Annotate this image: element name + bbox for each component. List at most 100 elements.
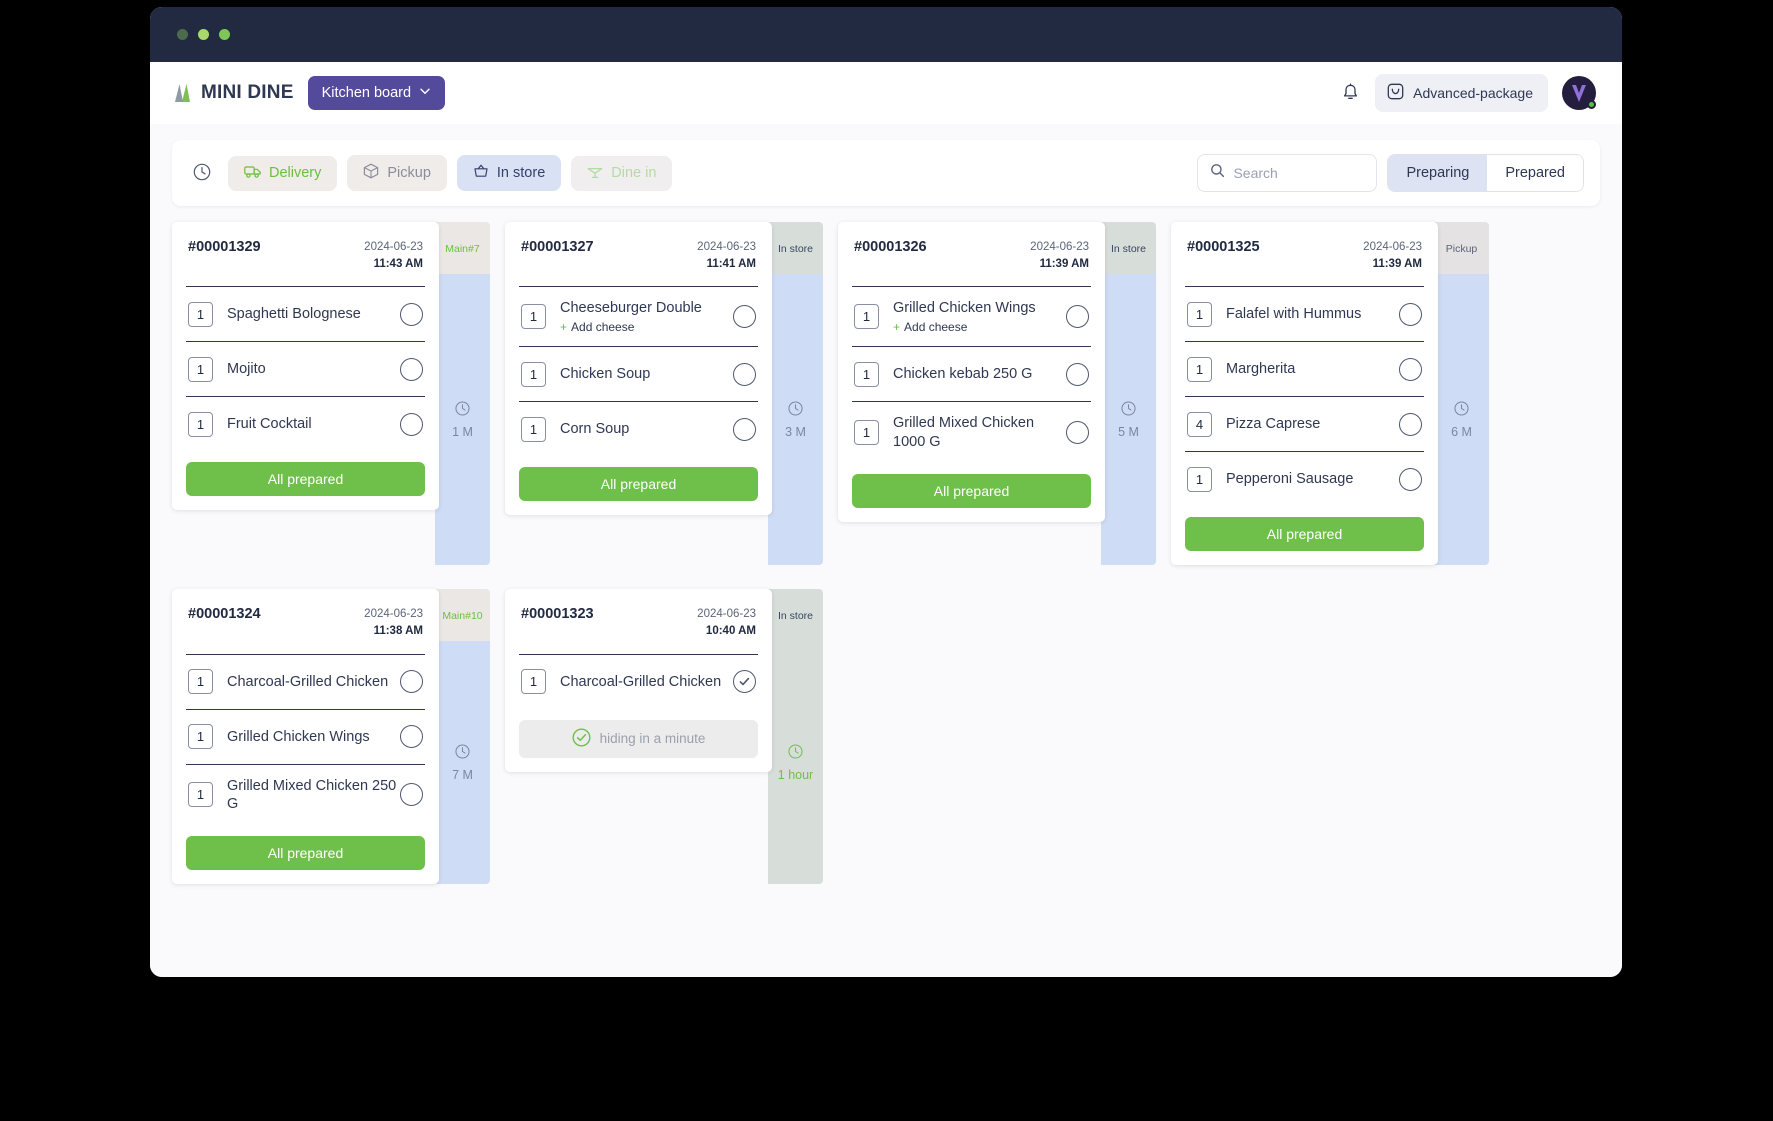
item-quantity: 4 <box>1187 411 1212 437</box>
order-card[interactable]: #00001327 2024-06-23 11:41 AM 1 Cheeseburger… <box>505 222 772 516</box>
order-elapsed-label: 1 M <box>452 425 473 440</box>
order-channel-badge: In store <box>768 222 823 274</box>
order-item-row: 1 Spaghetti Bolognese <box>186 286 425 341</box>
package-icon <box>1387 83 1404 103</box>
board-selector[interactable]: Kitchen board <box>307 76 446 110</box>
window-dot-maximize[interactable] <box>219 29 230 40</box>
item-name: Charcoal-Grilled Chicken <box>227 673 389 690</box>
item-text: Charcoal-Grilled Chicken <box>227 673 400 691</box>
item-quantity: 1 <box>854 361 879 387</box>
item-check-toggle[interactable] <box>733 417 756 441</box>
order-item-row: 1 Pepperoni Sausage <box>1185 451 1424 506</box>
search-box[interactable] <box>1197 154 1378 192</box>
order-item-row: 1 Fruit Cocktail <box>186 396 425 451</box>
window-dot-minimize[interactable] <box>198 29 209 40</box>
item-check-toggle[interactable] <box>1399 412 1422 436</box>
filter-chip-dinein[interactable]: Dine in <box>571 155 673 191</box>
clock-icon <box>454 400 471 420</box>
order-timestamp: 2024-06-23 11:39 AM <box>1030 239 1089 272</box>
basket-icon <box>473 163 489 183</box>
order-elapsed: 1 M <box>435 274 490 566</box>
order-elapsed-label: 3 M <box>785 425 806 440</box>
filter-chip-delivery[interactable]: Delivery <box>228 155 338 191</box>
order-slot: #00001329 2024-06-23 11:43 AM 1 Spaghetti Bo… <box>172 222 505 566</box>
order-slot: #00001324 2024-06-23 11:38 AM 1 Charcoal-Gri… <box>172 589 505 884</box>
order-time: 11:39 AM <box>1039 257 1089 270</box>
search-input[interactable] <box>1233 165 1365 181</box>
order-card[interactable]: #00001326 2024-06-23 11:39 AM 1 Grilled Chic… <box>838 222 1105 522</box>
all-prepared-button[interactable]: All prepared <box>519 467 758 502</box>
item-name: Corn Soup <box>560 421 630 438</box>
item-text: Grilled Chicken Wings <box>227 728 400 746</box>
filter-chip-instore[interactable]: In store <box>456 155 562 191</box>
order-header: #00001326 2024-06-23 11:39 AM <box>852 222 1091 286</box>
order-card[interactable]: #00001329 2024-06-23 11:43 AM 1 Spaghetti Bo… <box>172 222 439 511</box>
order-card[interactable]: #00001324 2024-06-23 11:38 AM 1 Charcoal-Gri… <box>172 589 439 884</box>
all-prepared-button[interactable]: All prepared <box>852 473 1091 508</box>
order-header: #00001324 2024-06-23 11:38 AM <box>186 589 425 653</box>
item-check-toggle[interactable] <box>733 362 756 386</box>
all-prepared-button[interactable]: All prepared <box>186 835 425 870</box>
avatar[interactable] <box>1562 76 1596 110</box>
item-addon-label: Add cheese <box>571 320 635 335</box>
order-channel-label: Main <box>442 610 466 623</box>
item-name: Margherita <box>1226 361 1296 378</box>
mini-dine-logo-icon <box>172 83 194 103</box>
tab-preparing[interactable]: Preparing <box>1388 155 1488 191</box>
item-check-toggle[interactable] <box>400 302 423 326</box>
item-check-toggle[interactable] <box>400 725 423 749</box>
item-check-toggle[interactable] <box>1399 357 1422 381</box>
tab-prepared[interactable]: Prepared <box>1487 155 1583 191</box>
bell-icon[interactable] <box>1339 82 1361 104</box>
header-actions: Advanced-package <box>1339 74 1596 112</box>
order-channel-label: In store <box>1110 242 1147 255</box>
item-check-toggle[interactable] <box>1066 305 1089 329</box>
delivery-truck-icon <box>244 164 261 183</box>
all-prepared-button[interactable]: All prepared <box>186 462 425 497</box>
item-check-toggle[interactable] <box>400 357 423 381</box>
item-check-toggle[interactable] <box>1399 302 1422 326</box>
item-quantity: 1 <box>854 304 879 330</box>
item-check-toggle[interactable] <box>1066 362 1089 386</box>
window-dot-close[interactable] <box>177 29 188 40</box>
item-text: Grilled Mixed Chicken 1000 G <box>893 414 1066 450</box>
order-elapsed-label: 5 M <box>1118 425 1139 440</box>
item-check-toggle[interactable] <box>733 670 756 694</box>
item-quantity: 1 <box>188 411 213 437</box>
item-quantity: 1 <box>1187 301 1212 327</box>
package-box-icon <box>363 163 379 183</box>
item-check-toggle[interactable] <box>1399 467 1422 491</box>
order-item-row: 1 Charcoal-Grilled Chicken <box>186 653 425 709</box>
item-check-toggle[interactable] <box>733 305 756 329</box>
item-check-toggle[interactable] <box>1066 421 1089 445</box>
all-prepared-button[interactable]: All prepared <box>1185 517 1424 552</box>
item-check-toggle[interactable] <box>400 783 423 807</box>
order-channel-badge: Pickup <box>1434 222 1489 274</box>
order-elapsed-label: 6 M <box>1451 425 1472 440</box>
item-addon: + Add cheese <box>893 320 1066 334</box>
order-channel-badge: In store <box>1101 222 1156 274</box>
item-name: Fruit Cocktail <box>227 416 312 433</box>
order-channel-label: In store <box>777 242 814 255</box>
item-text: Corn Soup <box>560 420 733 438</box>
order-rail: In store 3 M <box>768 222 823 566</box>
check-circle-icon <box>572 728 591 750</box>
order-item-row: 1 Grilled Chicken Wings <box>186 708 425 764</box>
item-check-toggle[interactable] <box>400 412 423 436</box>
item-text: Margherita <box>1226 360 1399 378</box>
order-date: 2024-06-23 <box>697 608 756 621</box>
item-text: Fruit Cocktail <box>227 415 400 433</box>
advanced-package-button[interactable]: Advanced-package <box>1375 74 1548 112</box>
order-elapsed: 5 M <box>1101 274 1156 566</box>
search-icon <box>1210 163 1225 183</box>
order-slot: #00001327 2024-06-23 11:41 AM 1 Cheeseburger… <box>505 222 838 566</box>
order-card[interactable]: #00001323 2024-06-23 10:40 AM 1 Charcoal-Gri… <box>505 589 772 772</box>
order-card[interactable]: #00001325 2024-06-23 11:39 AM 1 Falafel with… <box>1171 222 1438 566</box>
clock-icon[interactable] <box>192 162 214 184</box>
filter-chip-pickup[interactable]: Pickup <box>347 155 447 191</box>
avatar-online-status <box>1587 100 1596 109</box>
item-check-toggle[interactable] <box>400 670 423 694</box>
item-text: Grilled Chicken Wings + Add cheese <box>893 299 1066 334</box>
filter-chip-pickup-label: Pickup <box>387 165 431 181</box>
toolbar-right: Preparing Prepared <box>1197 154 1584 192</box>
